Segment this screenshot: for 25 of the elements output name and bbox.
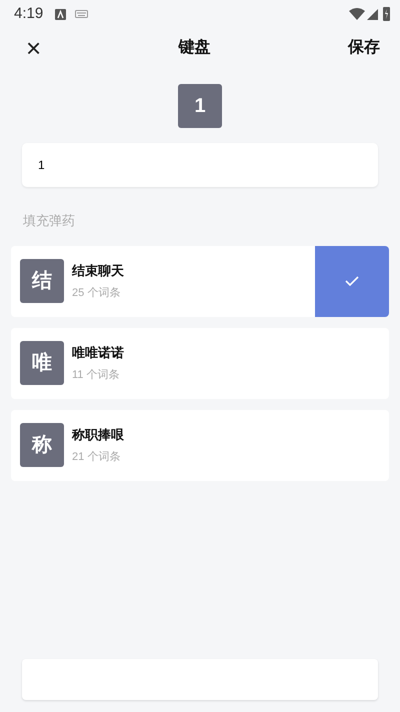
- status-time: 4:19: [14, 4, 44, 24]
- key-input[interactable]: 1: [22, 143, 378, 187]
- item-count: 25 个词条: [72, 286, 122, 300]
- wifi-icon: [349, 8, 365, 20]
- keyboard-icon: [75, 10, 88, 18]
- battery-icon: [383, 7, 390, 21]
- key-preview: 1: [178, 84, 222, 128]
- save-button[interactable]: 保存: [348, 36, 380, 60]
- item-title: 称职捧哏: [72, 426, 125, 444]
- check-icon: [345, 276, 359, 286]
- item-count: 21 个词条: [72, 450, 122, 464]
- avatar-tile: 结: [20, 259, 64, 303]
- list-item[interactable]: 结 结束聊天 25 个词条: [11, 246, 389, 316]
- list-item[interactable]: 称 称职捧哏 21 个词条: [11, 410, 389, 480]
- avatar-tile: 称: [20, 423, 64, 467]
- notification-icon: [55, 8, 66, 20]
- signal-icon: [367, 8, 378, 20]
- item-title: 结束聊天: [72, 262, 125, 280]
- list-item[interactable]: 唯 唯唯诺诺 11 个词条: [11, 328, 389, 398]
- page-title: 键盘: [178, 38, 211, 58]
- item-count: 11 个词条: [72, 368, 120, 382]
- close-button[interactable]: ×: [26, 35, 42, 61]
- avatar-tile: 唯: [20, 341, 64, 385]
- section-label: 填充弹药: [23, 212, 76, 230]
- item-title: 唯唯诺诺: [72, 344, 125, 362]
